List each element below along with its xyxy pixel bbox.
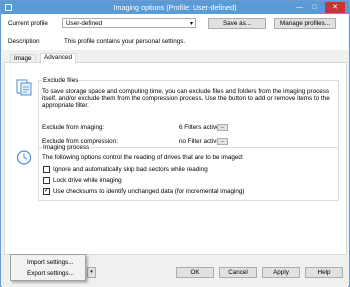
save-as-button[interactable]: Save as...: [208, 18, 266, 29]
option-skip-bad-sectors[interactable]: Ignore and automatically skip bad sector…: [39, 165, 339, 175]
lock-drive-label: Lock drive while imaging: [53, 177, 122, 184]
lock-drive-checkbox[interactable]: [43, 177, 50, 184]
close-button[interactable]: ✕: [325, 2, 345, 13]
option-use-checksums[interactable]: ✓ Use checksums to identify unchanged da…: [39, 187, 339, 197]
imaging-process-group: Imaging process The following options co…: [38, 144, 339, 201]
cancel-button[interactable]: Cancel: [219, 267, 257, 278]
minimize-button[interactable]: —: [293, 2, 306, 13]
apply-button[interactable]: Apply: [262, 267, 300, 278]
settings-dropdown-button[interactable]: ▾: [87, 267, 96, 278]
use-checksums-label: Use checksums to identify unchanged data…: [53, 188, 245, 195]
use-checksums-checkbox[interactable]: ✓: [43, 188, 50, 195]
profile-select-value: User-defined: [66, 20, 103, 27]
exclude-imaging-button[interactable]: ...: [217, 124, 228, 131]
profile-select[interactable]: User-defined ▾: [62, 18, 196, 28]
exclude-files-description: To save storage space and computing time…: [42, 88, 330, 109]
help-button[interactable]: Help: [305, 267, 343, 278]
skip-bad-sectors-checkbox[interactable]: [43, 166, 50, 173]
exclude-files-title: Exclude files: [42, 77, 80, 84]
exclude-imaging-value: 6 Filters active: [179, 124, 220, 131]
imaging-process-description: The following options control the readin…: [42, 154, 244, 161]
option-lock-drive[interactable]: Lock drive while imaging: [39, 176, 339, 186]
profile-area: Current profile User-defined ▾ Save as..…: [2, 14, 348, 50]
clock-gear-icon: [16, 150, 32, 165]
exclude-imaging-label: Exclude from imaging:: [42, 124, 105, 131]
advanced-panel: Exclude files To save storage space and …: [4, 62, 347, 255]
menu-item-export-settings[interactable]: Export settings...: [27, 270, 74, 277]
description-label: Description: [8, 38, 40, 45]
tab-advanced[interactable]: Advanced: [40, 53, 77, 64]
exclude-files-icon: [16, 79, 32, 96]
description-value: This profile contains your personal sett…: [64, 38, 186, 45]
chevron-down-icon: ▾: [189, 21, 193, 27]
ok-button[interactable]: OK: [176, 267, 214, 278]
exclude-compression-value: no Filter active: [179, 138, 220, 145]
menu-item-import-settings[interactable]: Import settings...: [27, 259, 74, 266]
skip-bad-sectors-label: Ignore and automatically skip bad sector…: [53, 166, 208, 173]
imaging-options-window: Imaging options (Profile: User-defined) …: [0, 0, 350, 287]
exclude-compression-button[interactable]: ...: [217, 138, 228, 145]
maximize-button[interactable]: □: [308, 2, 321, 13]
profile-label: Current profile: [8, 20, 48, 27]
manage-profiles-button[interactable]: Manage profiles...: [274, 18, 336, 29]
imaging-process-title: Imaging process: [42, 144, 91, 151]
title-bar: Imaging options (Profile: User-defined) …: [1, 1, 349, 14]
settings-menu: Import settings... Export settings...: [10, 254, 86, 281]
